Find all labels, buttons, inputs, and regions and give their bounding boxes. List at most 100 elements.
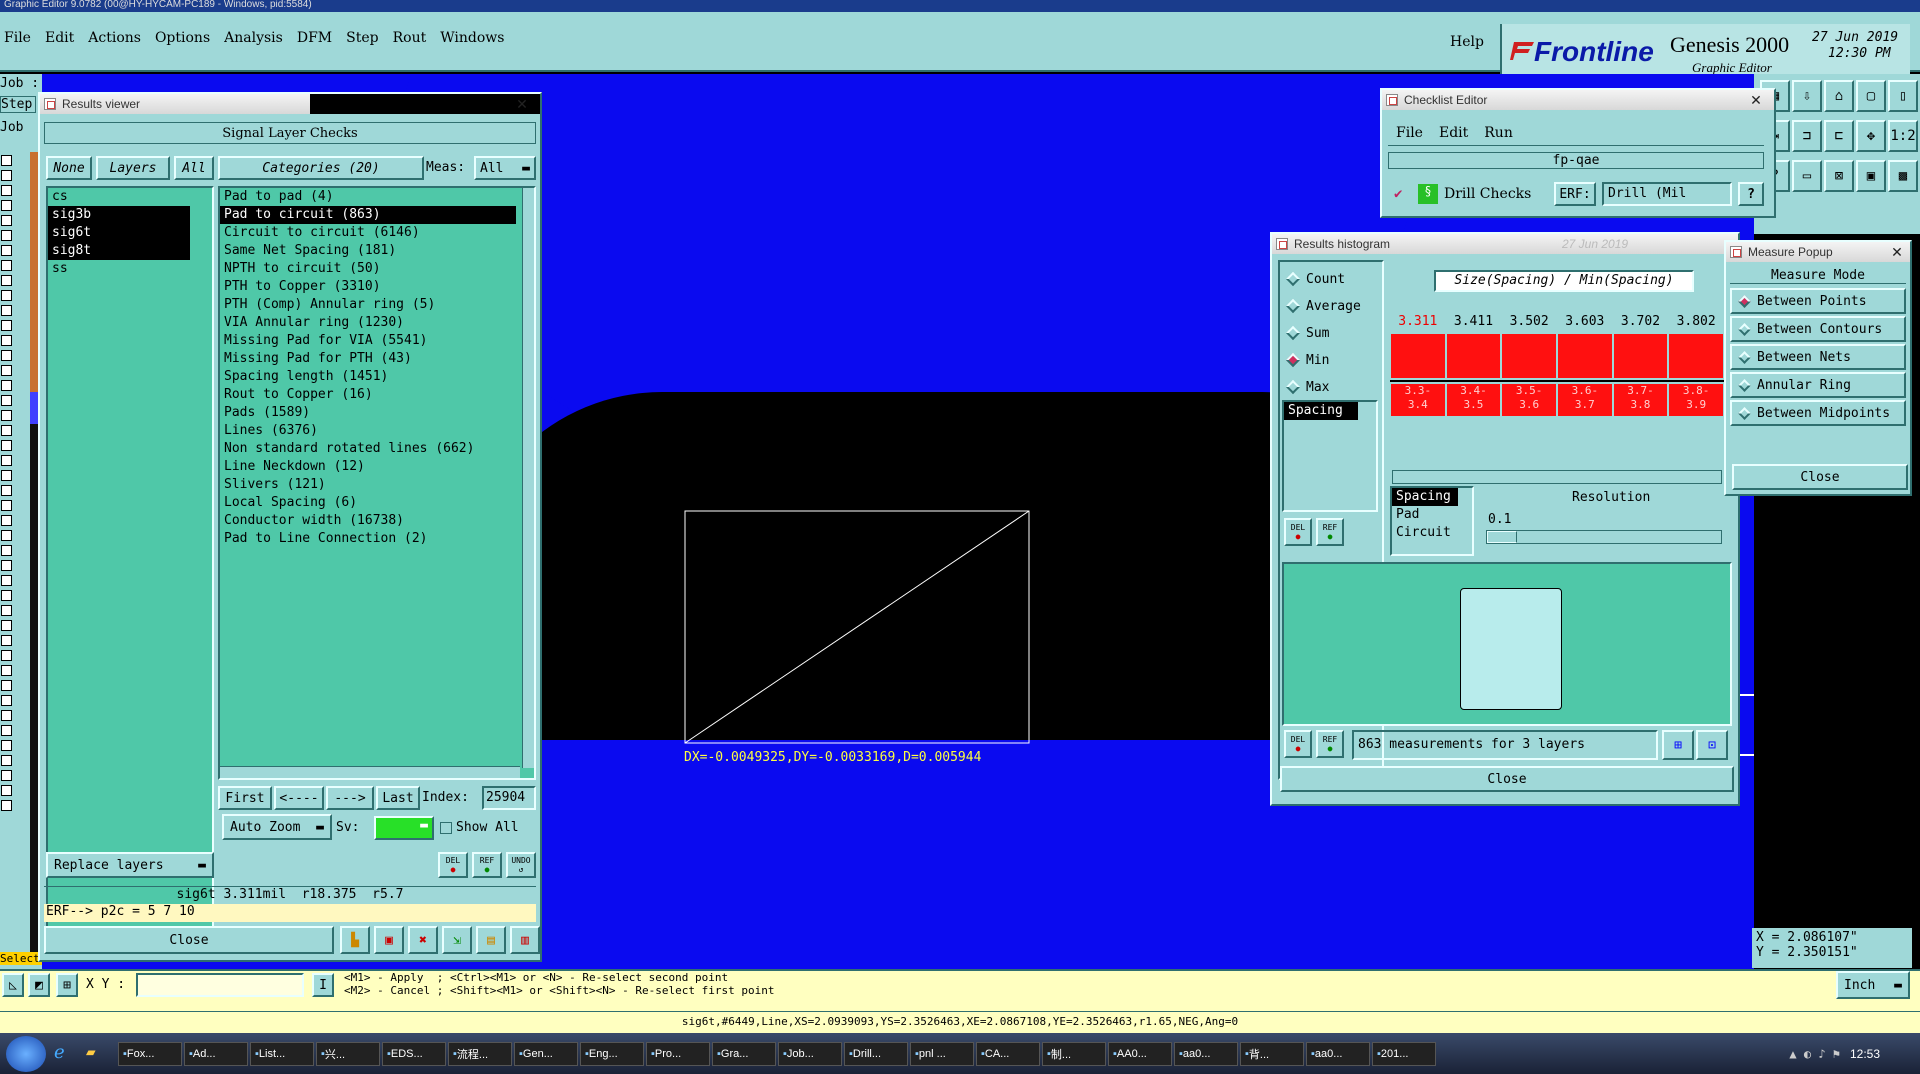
layers-button[interactable]: Layers — [96, 156, 170, 180]
histogram-bin[interactable]: 3.8- 3.9 — [1669, 384, 1723, 416]
histogram-bar[interactable] — [1558, 334, 1612, 378]
histogram-bar[interactable] — [1391, 334, 1445, 378]
layer-checkbox[interactable] — [1, 635, 12, 646]
zoom-area-icon[interactable]: ⊡ — [1696, 730, 1728, 760]
none-button[interactable]: None — [46, 156, 92, 180]
blank-icon[interactable]: ▭ — [1792, 160, 1822, 192]
clear-icon[interactable]: ✖ — [408, 926, 438, 954]
layer-checkbox[interactable] — [1, 380, 12, 391]
taskbar-item[interactable]: ▪ 背... — [1240, 1041, 1304, 1066]
layer-checkbox[interactable] — [1, 275, 12, 286]
category-item[interactable]: Pad to Line Connection (2) — [220, 530, 534, 548]
all-button[interactable]: All — [174, 156, 214, 180]
layer-checkbox[interactable] — [1, 665, 12, 676]
home-icon[interactable]: ⌂ — [1824, 80, 1854, 112]
help-menu[interactable]: Help — [1450, 34, 1484, 50]
layer-checkbox[interactable] — [1, 785, 12, 796]
download-icon[interactable]: ⇩ — [1792, 80, 1822, 112]
histogram-bar[interactable] — [1502, 334, 1556, 378]
category-item[interactable]: Missing Pad for VIA (5541) — [220, 332, 534, 350]
report-icon[interactable]: ▤ — [476, 926, 506, 954]
category-item[interactable]: VIA Annular ring (1230) — [220, 314, 534, 332]
mode-count[interactable]: Count — [1280, 268, 1382, 290]
taskbar-item[interactable]: ▪ Job... — [778, 1041, 842, 1066]
checklist-menu-file[interactable]: File — [1396, 125, 1423, 141]
zoom-ratio-icon[interactable]: 1:2 — [1888, 120, 1918, 152]
layer-checkbox[interactable] — [1, 530, 12, 541]
del-button[interactable]: DEL ● — [438, 852, 468, 878]
zoom-fit-icon[interactable]: ⊞ — [1662, 730, 1694, 760]
layer-checkbox[interactable] — [1, 725, 12, 736]
histogram-hscrollbar[interactable] — [1392, 470, 1722, 484]
layer-checkbox[interactable] — [1, 230, 12, 241]
panel-icon[interactable]: ▯ — [1888, 80, 1918, 112]
measure-close-button[interactable]: Close — [1732, 464, 1908, 490]
histogram-bar[interactable] — [1669, 334, 1723, 378]
type-item[interactable]: Spacing — [1392, 488, 1458, 506]
close-icon[interactable]: ✕ — [508, 95, 536, 113]
measure-mode-between-contours[interactable]: Between Contours — [1730, 316, 1906, 342]
category-item[interactable]: PTH to Copper (3310) — [220, 278, 534, 296]
list-item[interactable]: Spacing — [1284, 402, 1358, 420]
index-field[interactable]: 25904 — [482, 786, 536, 810]
taskbar-item[interactable]: ▪ Fox... — [118, 1041, 182, 1066]
close-icon[interactable]: ✕ — [1888, 243, 1906, 261]
units-dropdown[interactable]: Inch ▬ — [1836, 971, 1910, 999]
layer-item[interactable]: sig8t — [48, 242, 190, 260]
start-button[interactable] — [6, 1035, 46, 1072]
layer-checkbox[interactable] — [1, 470, 12, 481]
category-item[interactable]: Line Neckdown (12) — [220, 458, 534, 476]
layer-checkbox[interactable] — [1, 500, 12, 511]
histogram-icon[interactable]: ▥ — [510, 926, 540, 954]
folder-icon[interactable]: ▰ — [86, 1042, 110, 1066]
layer-checkbox[interactable] — [1, 755, 12, 766]
sv-color-dropdown[interactable]: ▬ — [374, 816, 434, 840]
results-close-button[interactable]: Close — [44, 926, 334, 954]
histogram-bin[interactable]: 3.6- 3.7 — [1558, 384, 1612, 416]
category-scrollbar[interactable] — [522, 188, 534, 768]
category-item[interactable]: Non standard rotated lines (662) — [220, 440, 534, 458]
shift-right-icon[interactable]: ⊐ — [1792, 120, 1822, 152]
category-item[interactable]: Missing Pad for PTH (43) — [220, 350, 534, 368]
layer-checkbox[interactable] — [1, 395, 12, 406]
layer-list[interactable]: cs sig3b sig6t sig8t ss — [46, 186, 214, 928]
sort-icon[interactable]: ▙ — [340, 926, 370, 954]
layer-checkbox[interactable] — [1, 185, 12, 196]
category-item[interactable]: Lines (6376) — [220, 422, 534, 440]
taskbar-item[interactable]: ▪ 兴... — [316, 1041, 380, 1066]
layer-checkbox[interactable] — [1, 575, 12, 586]
job-short-label[interactable]: Job — [0, 120, 23, 135]
layer-checkbox[interactable] — [1, 170, 12, 181]
taskbar-item[interactable]: ▪ aa0... — [1306, 1041, 1370, 1066]
help-button[interactable]: ? — [1738, 182, 1764, 206]
layer-checkbox[interactable] — [1, 245, 12, 256]
measure-mode-annular-ring[interactable]: Annular Ring — [1730, 372, 1906, 398]
layer-checkbox[interactable] — [1, 320, 12, 331]
taskbar-item[interactable]: ▪ pnl ... — [910, 1041, 974, 1066]
grid-icon[interactable]: ⊠ — [1824, 160, 1854, 192]
category-item[interactable]: Pad to circuit (863) — [220, 206, 516, 224]
histogram-close-button[interactable]: Close — [1280, 766, 1734, 792]
layer-checkbox[interactable] — [1, 260, 12, 271]
cursor-icon[interactable]: I — [312, 973, 334, 997]
histogram-bin[interactable]: 3.7- 3.8 — [1613, 384, 1668, 416]
layer-checkbox[interactable] — [1, 770, 12, 781]
category-item[interactable]: Slivers (121) — [220, 476, 534, 494]
type-item[interactable]: Circuit — [1392, 524, 1472, 542]
histogram-type-list[interactable]: Spacing Pad Circuit — [1390, 486, 1474, 556]
category-list[interactable]: Pad to pad (4) Pad to circuit (863) Circui… — [218, 186, 536, 780]
pan-icon[interactable]: ✥ — [1856, 120, 1886, 152]
mode-min[interactable]: Min — [1280, 349, 1382, 371]
menu-options[interactable]: Options — [155, 30, 210, 46]
check-item-checkbox[interactable]: ✔ — [1394, 186, 1402, 202]
layer-checkbox[interactable] — [1, 305, 12, 316]
category-item[interactable]: Pad to pad (4) — [220, 188, 534, 206]
taskbar-item[interactable]: ▪ Gra... — [712, 1041, 776, 1066]
mode-average[interactable]: Average — [1280, 295, 1382, 317]
view-icon[interactable]: ▩ — [1888, 160, 1918, 192]
measure-mode-between-points[interactable]: Between Points — [1730, 288, 1906, 314]
taskbar-item[interactable]: ▪ List... — [250, 1041, 314, 1066]
layer-checkbox[interactable] — [1, 365, 12, 376]
layer-checkbox[interactable] — [1, 605, 12, 616]
layer-checkbox[interactable] — [1, 740, 12, 751]
